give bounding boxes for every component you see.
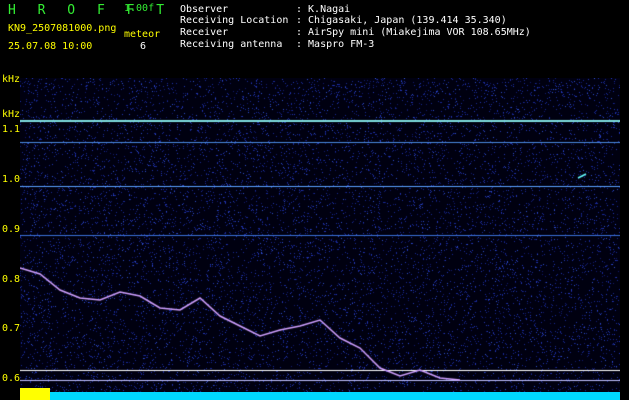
image-filename: KN9_2507081000.png (8, 23, 117, 34)
info-label-location: Receiving Location (180, 15, 289, 26)
freq-tick-label: 0.6 (2, 373, 21, 384)
capture-datetime: 25.07.08 10:00 (8, 41, 93, 52)
unit-label-top: kHz (2, 74, 21, 85)
freq-tick-label: 0.7 (2, 323, 21, 334)
info-value-observer: : K.Nagai (296, 4, 351, 15)
meteor-count: 6 (140, 41, 147, 52)
info-label-observer: Observer (180, 4, 229, 15)
freq-tick-label: 0.9 (2, 224, 21, 235)
info-value-antenna: : Maspro FM-3 (296, 39, 375, 50)
info-label-receiver: Receiver (180, 27, 229, 38)
spectrogram-plot (20, 78, 620, 400)
unit-label-side: kHz (2, 109, 21, 120)
info-value-receiver: : AirSpy mini (Miakejima VOR 108.65MHz) (296, 27, 531, 38)
freq-tick-label: 1.0 (2, 174, 21, 185)
spectrogram-window: H R O F F T 1.00f KN9_2507081000.png 25.… (0, 0, 629, 400)
meteor-label: meteor (124, 29, 161, 40)
freq-tick-label: 0.8 (2, 274, 21, 285)
noise-floor-band (20, 392, 620, 400)
freq-tick-label: 1.1 (2, 124, 21, 135)
info-value-location: : Chigasaki, Japan (139.414 35.340) (296, 15, 507, 26)
app-version: 1.00f (124, 3, 155, 14)
signal-marker (20, 388, 50, 400)
info-label-antenna: Receiving antenna (180, 39, 283, 50)
